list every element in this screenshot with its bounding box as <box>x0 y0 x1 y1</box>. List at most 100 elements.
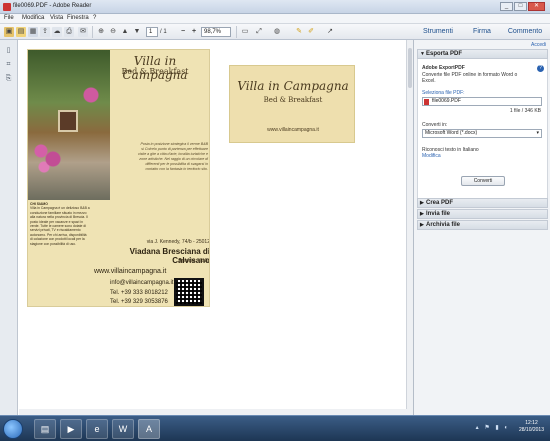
navigation-panel: ▯ ⌗ ⎘ <box>0 40 18 415</box>
section-invia-file[interactable]: ▶ Invia file <box>417 209 548 219</box>
zoom-out-icon[interactable]: − <box>178 27 188 37</box>
minimize-button[interactable]: _ <box>500 2 513 11</box>
fullscreen-icon[interactable]: ⤢ <box>254 27 264 37</box>
export-title: Adobe ExportPDF <box>422 65 465 71</box>
export-description-cont: Excel. <box>422 78 436 84</box>
open-folder-icon[interactable]: ▤ <box>16 27 26 37</box>
flyer-subtitle: Bed & Breakfast <box>121 67 189 76</box>
page-down-icon[interactable]: ▼ <box>132 27 142 37</box>
section-archivia-file[interactable]: ▶ Archivia file <box>417 220 548 230</box>
system-tray-icons[interactable]: ▴ ⚑ ▮ ◐ <box>476 424 510 431</box>
section-label: Crea PDF <box>426 200 454 206</box>
business-card: Villa in Campagna Bed & Breakfast www.vi… <box>229 65 355 143</box>
word-icon[interactable]: W <box>112 419 134 439</box>
share-icon[interactable]: ⇪ <box>40 27 50 37</box>
vertical-scrollbar[interactable] <box>406 40 413 415</box>
internet-explorer-icon[interactable]: e <box>86 419 108 439</box>
section-label: Invia file <box>426 211 451 217</box>
card-subtitle: Bed & Breakfast <box>263 96 323 104</box>
flyer-about-text: Villa in Campagna è un delizioso B&B a c… <box>30 206 90 246</box>
window-title: file0069.PDF - Adobe Reader <box>13 3 92 9</box>
bookmarks-icon[interactable]: ⎘ <box>4 74 13 83</box>
title-bar: file0069.PDF - Adobe Reader _ □ ✕ <box>0 0 550 14</box>
menu-bar: File Modifica Vista Finestra ? <box>0 14 550 24</box>
flyer-page: Villa in Campagna Bed & Breakfast Posta … <box>27 49 210 307</box>
menu-vista[interactable]: Vista <box>50 15 63 21</box>
fit-page-icon[interactable]: ▭ <box>240 27 250 37</box>
highlight-icon[interactable]: ✐ <box>306 27 316 37</box>
start-button[interactable] <box>3 419 23 439</box>
collapsed-triangle-icon: ▶ <box>420 200 424 206</box>
next-page-icon[interactable]: ⊖ <box>108 27 118 37</box>
select-file-label: Seleziona file PDF: <box>422 90 465 96</box>
menu-file[interactable]: File <box>4 15 14 21</box>
menu-finestra[interactable]: Finestra <box>67 15 89 21</box>
explorer-icon[interactable]: ▤ <box>34 419 56 439</box>
separator <box>92 26 93 38</box>
pdf-file-icon <box>424 99 429 105</box>
print-icon[interactable]: ⎙ <box>64 27 74 37</box>
clock[interactable]: 12:12 28/10/2013 <box>519 420 544 434</box>
adobe-reader-icon <box>3 3 11 11</box>
clock-date: 28/10/2013 <box>518 427 544 433</box>
tools-expand-icon[interactable]: ↗ <box>325 27 335 37</box>
clock-time: 12:12 <box>525 420 538 426</box>
page-total: / 1 <box>160 29 167 35</box>
flyer-website: www.villaincampagna.it <box>94 268 167 275</box>
villa-photo <box>28 50 110 200</box>
flyer-description: Posta in posizione strategica il verme B… <box>138 142 208 171</box>
comment-icon[interactable]: ✎ <box>294 27 304 37</box>
create-icon[interactable]: ▣ <box>4 27 14 37</box>
menu-help[interactable]: ? <box>93 15 96 21</box>
recognize-modify-link[interactable]: Modifica <box>422 153 441 159</box>
pages-icon[interactable]: ▯ <box>4 46 13 55</box>
close-button[interactable]: ✕ <box>528 2 545 11</box>
flyer-address-street: via J. Kennedy, 74/b - 25012 <box>146 239 210 245</box>
window-shape <box>58 110 78 132</box>
chevron-down-icon: ▾ <box>536 130 539 136</box>
section-esporta-pdf[interactable]: ▼ Esporta PDF <box>417 49 548 59</box>
collapsed-triangle-icon: ▶ <box>420 222 424 228</box>
read-mode-icon[interactable]: ◍ <box>272 27 282 37</box>
cloud-icon[interactable]: ☁ <box>52 27 62 37</box>
menu-modifica[interactable]: Modifica <box>22 15 44 21</box>
accedi-link[interactable]: Accedi <box>531 42 546 48</box>
tools-panel: Accedi ▼ Esporta PDF Adobe ExportPDF ? C… <box>413 40 550 415</box>
zoom-in-icon[interactable]: + <box>189 27 199 37</box>
maximize-button[interactable]: □ <box>514 2 527 11</box>
media-player-icon[interactable]: ▶ <box>60 419 82 439</box>
convert-format-value: Microsoft Word (*.docx) <box>425 130 478 136</box>
tab-firma[interactable]: Firma <box>465 24 499 40</box>
convert-button[interactable]: Converti <box>461 176 505 186</box>
flowers-shape <box>78 80 104 110</box>
expanded-triangle-icon: ▼ <box>420 51 425 57</box>
page-number-input[interactable]: 1 <box>146 27 158 37</box>
convert-format-select[interactable]: Microsoft Word (*.docx) ▾ <box>422 129 542 138</box>
help-icon[interactable]: ? <box>537 65 544 72</box>
file-info: 1 file / 346 KB <box>509 108 541 114</box>
save-icon[interactable]: ▦ <box>28 27 38 37</box>
page-up-icon[interactable]: ▲ <box>120 27 130 37</box>
zoom-level-select[interactable]: 98,7% <box>201 27 231 37</box>
section-crea-pdf[interactable]: ▶ Crea PDF <box>417 198 548 208</box>
convert-label: Converti in: <box>422 122 448 128</box>
tab-commento[interactable]: Commento <box>501 24 549 40</box>
scroll-thumb[interactable] <box>408 48 412 88</box>
flyer-about: CHI SIAMO Villa in Campagna è un delizio… <box>30 202 90 246</box>
card-title: Villa in Campagna <box>237 79 349 93</box>
flowers-shape <box>32 135 62 175</box>
selected-file-field[interactable]: file0069.PDF <box>422 97 542 106</box>
adobe-reader-taskbar-icon[interactable]: A <box>138 419 160 439</box>
email-icon[interactable]: ✉ <box>78 27 88 37</box>
separator <box>236 26 237 38</box>
tab-strumenti[interactable]: Strumenti <box>413 24 463 40</box>
document-view[interactable]: Villa in Campagna Bed & Breakfast Posta … <box>19 40 411 415</box>
card-website: www.villaincampagna.it <box>267 127 319 133</box>
taskbar: ▤ ▶ e W A ▴ ⚑ ▮ ◐ 12:12 28/10/2013 <box>0 415 550 441</box>
attachments-icon[interactable]: ⌗ <box>4 60 13 69</box>
flyer-address-region: Brescia - Italia <box>178 258 210 264</box>
section-label: Esporta PDF <box>426 51 463 57</box>
collapsed-triangle-icon: ▶ <box>420 211 424 217</box>
prev-page-icon[interactable]: ⊕ <box>96 27 106 37</box>
selected-file-name: file0069.PDF <box>432 98 461 104</box>
